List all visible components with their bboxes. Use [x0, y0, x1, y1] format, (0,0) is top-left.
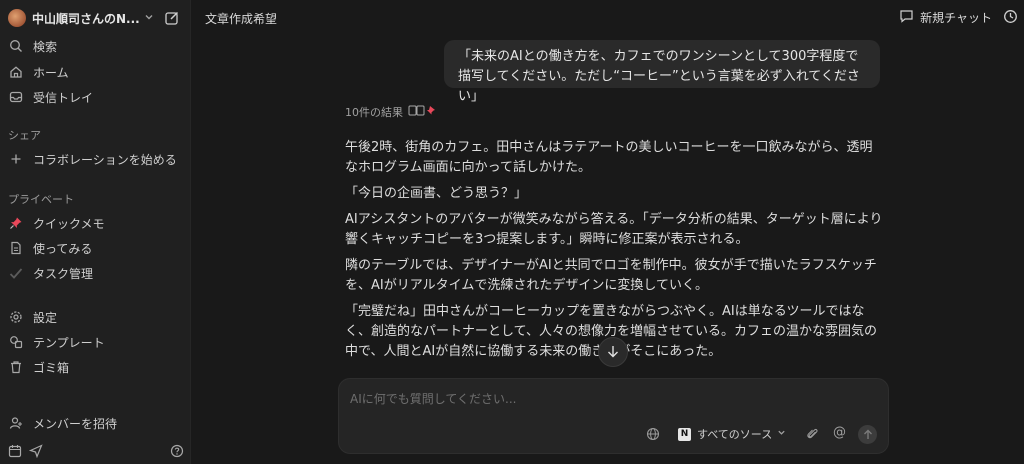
trash-icon	[8, 359, 24, 375]
chevron-down-icon	[777, 428, 786, 440]
sidebar-item-templates[interactable]: テンプレート	[8, 331, 184, 353]
new-chat-icon	[899, 9, 920, 26]
inbox-icon	[8, 89, 24, 105]
mention-icon[interactable]: @	[833, 425, 846, 440]
sidebar-item-label: 検索	[33, 39, 58, 54]
sidebar-item-inbox[interactable]: 受信トレイ	[8, 86, 184, 108]
sidebar-item-task-management[interactable]: タスク管理	[8, 262, 184, 284]
send-button[interactable]	[858, 425, 877, 444]
section-share-label: シェア	[8, 129, 41, 142]
section-private-label: プライベート	[8, 193, 74, 206]
sidebar-item-label: ホーム	[33, 65, 69, 80]
arrow-up-icon	[863, 425, 873, 444]
chat-composer: N すべてのソース @	[338, 378, 889, 454]
sidebar-item-collaborate[interactable]: コラボレーションを始める	[8, 148, 184, 170]
answer-paragraph: 午後2時、街角のカフェ。田中さんはラテアートの美しいコーヒーを一口飲みながら、透…	[345, 140, 873, 175]
chevron-down-icon[interactable]	[144, 12, 158, 25]
workspace-switcher[interactable]: 中山順司さんのN...	[8, 8, 184, 28]
check-icon	[8, 265, 24, 281]
chat-input[interactable]	[350, 390, 870, 408]
source-selector[interactable]: N すべてのソース	[678, 426, 786, 442]
page-title: 文章作成希望	[205, 12, 278, 26]
user-message-bubble: 「未来のAIとの働き方を、カフェでのワンシーンとして300字程度で描写してくださ…	[444, 40, 880, 104]
sidebar-item-label: ゴミ箱	[33, 360, 70, 375]
results-count: 10件の結果	[345, 106, 403, 119]
sidebar-item-invite-members[interactable]: メンバーを招待	[8, 412, 184, 434]
answer-paragraph: AIアシスタントのアバターが微笑みながら答える。「データ分析の結果、ターゲット層…	[345, 212, 883, 247]
sidebar-item-label: コラボレーションを始める	[33, 152, 177, 167]
template-icon	[8, 334, 24, 350]
source-label: すべてのソース	[697, 428, 773, 441]
calendar-icon[interactable]	[8, 443, 22, 462]
sidebar-item-trash[interactable]: ゴミ箱	[8, 356, 184, 378]
search-icon	[8, 38, 24, 54]
sidebar-item-label: 設定	[33, 310, 58, 325]
sidebar-item-label: クイックメモ	[33, 216, 105, 231]
gear-icon	[8, 309, 24, 325]
history-icon[interactable]	[1003, 9, 1018, 28]
globe-icon[interactable]	[646, 426, 660, 445]
new-chat-label: 新規チャット	[920, 11, 992, 25]
sidebar-item-label: テンプレート	[33, 335, 105, 350]
sidebar-item-label: メンバーを招待	[33, 416, 118, 431]
pin-icon	[8, 215, 24, 231]
sidebar-item-label: タスク管理	[33, 266, 94, 281]
sidebar-item-home[interactable]: ホーム	[8, 61, 184, 83]
sidebar: 中山順司さんのN... 検索 ホーム 受信トレイ シェア コラボレーションを始め…	[0, 0, 191, 464]
top-bar: 文章作成希望 新規チャット	[191, 0, 1024, 34]
invite-members-icon	[8, 415, 24, 431]
paperclip-icon[interactable]	[806, 426, 819, 445]
sidebar-item-label: 使ってみる	[33, 241, 93, 256]
plus-icon	[8, 151, 24, 167]
notion-logo-icon: N	[678, 427, 691, 441]
sidebar-bottom-bar	[8, 443, 184, 462]
page-icon	[8, 240, 24, 256]
sidebar-item-quick-memo[interactable]: クイックメモ	[8, 212, 184, 234]
source-pages-icon	[408, 105, 438, 120]
send-mail-icon[interactable]	[28, 443, 43, 462]
sidebar-item-settings[interactable]: 設定	[8, 306, 184, 328]
sidebar-item-label: 受信トレイ	[33, 90, 94, 105]
arrow-down-icon	[607, 343, 619, 362]
home-icon	[8, 64, 24, 80]
sidebar-item-getting-started[interactable]: 使ってみる	[8, 237, 184, 259]
new-page-icon[interactable]	[164, 10, 180, 26]
new-chat-button[interactable]: 新規チャット	[899, 9, 992, 26]
assistant-answer: 午後2時、街角のカフェ。田中さんはラテアートの美しいコーヒーを一口飲みながら、透…	[345, 138, 885, 368]
workspace-name: 中山順司さんのN...	[32, 11, 140, 26]
answer-paragraph: 「今日の企画書、どう思う？」	[345, 186, 528, 201]
answer-paragraph: 隣のテーブルでは、デザイナーがAIと共同でロゴを制作中。彼女が手で描いたラフスケ…	[345, 258, 877, 293]
sidebar-item-search[interactable]: 検索	[8, 35, 184, 57]
help-icon[interactable]	[170, 443, 184, 462]
workspace-avatar	[8, 9, 26, 27]
scroll-to-bottom-button[interactable]	[598, 337, 628, 367]
search-results-summary[interactable]: 10件の結果	[345, 104, 438, 120]
